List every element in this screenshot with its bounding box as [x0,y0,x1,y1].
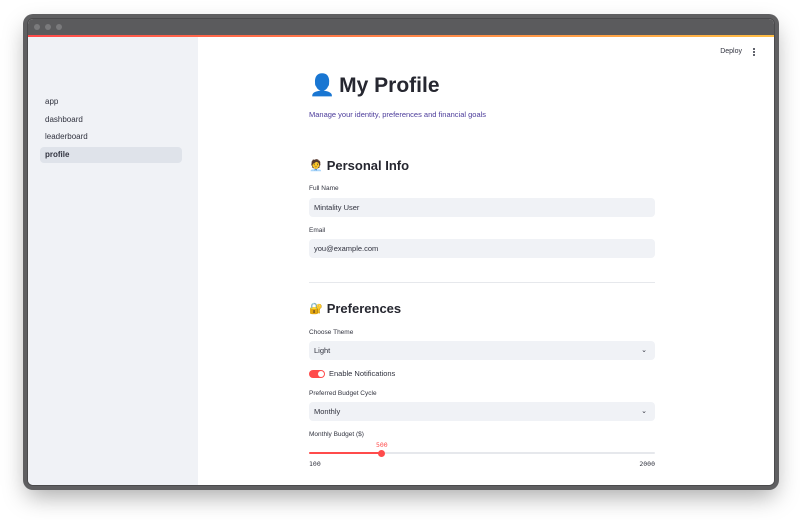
notifications-label: Enable Notifications [329,369,396,378]
slider-max-label: 2000 [639,460,655,468]
sidebar-item-dashboard[interactable]: dashboard [40,112,182,128]
lock-icon: 🔐 [309,303,323,315]
budget-cycle-label: Preferred Budget Cycle [309,390,377,397]
notifications-toggle[interactable] [309,370,325,378]
slider-min-label: 100 [309,460,321,468]
theme-select-value: Light [314,346,331,355]
sidebar-item-app[interactable]: app [40,94,182,110]
sidebar-item-profile[interactable]: profile [40,147,182,163]
budget-slider[interactable] [309,449,655,457]
preferences-heading-text: Preferences [326,301,402,316]
slider-fill [309,452,382,454]
chevron-down-icon: ⌄ [641,408,647,415]
page-title: 👤 My Profile [309,74,440,98]
budget-cycle-select-value: Monthly [314,407,341,416]
email-label: Email [309,227,326,234]
sidebar: app dashboard leaderboard profile [28,37,198,485]
full-name-field[interactable]: Mintality User [309,198,655,217]
slider-value-label: 500 [375,441,388,449]
user-icon: 👤 [309,74,336,97]
section-divider [309,282,655,283]
full-name-label: Full Name [309,185,339,192]
budget-label: Monthly Budget ($) [309,431,364,438]
toggle-knob [318,371,324,377]
page-title-text: My Profile [339,74,440,97]
theme-select[interactable]: Light ⌄ [309,341,655,360]
preferences-heading: 🔐 Preferences [309,301,401,316]
page-subtitle: Manage your identity, preferences and fi… [309,110,487,119]
app-window: app dashboard leaderboard profile Deploy… [27,18,775,486]
kebab-menu-icon[interactable] [750,47,758,59]
personal-info-heading-text: Personal Info [326,158,410,173]
chevron-down-icon: ⌄ [641,347,647,354]
sidebar-item-leaderboard[interactable]: leaderboard [40,129,182,145]
theme-label: Choose Theme [309,329,354,336]
email-field[interactable]: you@example.com [309,239,655,258]
deploy-button[interactable]: Deploy [720,48,742,55]
window-titlebar [28,19,774,35]
office-worker-icon: 🧑‍💼 [309,160,323,172]
budget-cycle-select[interactable]: Monthly ⌄ [309,402,655,421]
window-minimize-dot[interactable] [45,24,51,30]
personal-info-heading: 🧑‍💼 Personal Info [309,158,409,173]
main-content: Deploy 👤 My Profile Manage your identity… [198,37,774,485]
window-close-dot[interactable] [34,24,40,30]
window-maximize-dot[interactable] [56,24,62,30]
slider-thumb[interactable] [378,449,386,457]
